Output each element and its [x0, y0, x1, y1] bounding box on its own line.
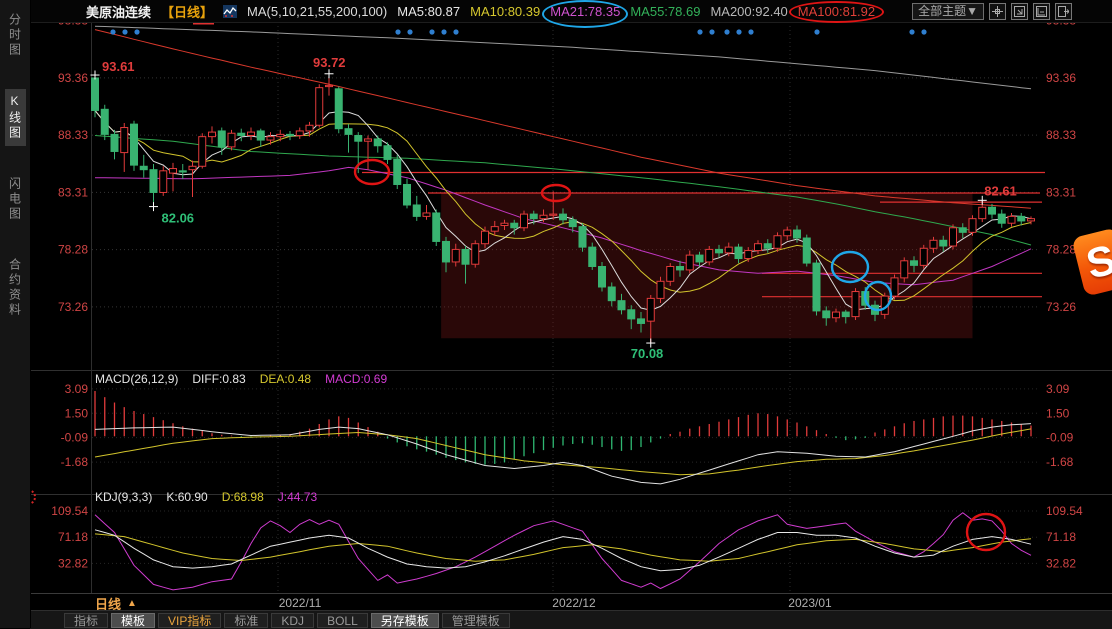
- macd-dea-value: DEA:0.48: [260, 372, 311, 386]
- ma-legend-item: MA100:81.92: [798, 4, 875, 19]
- svg-text:2023/01: 2023/01: [788, 596, 832, 610]
- svg-text:88.33: 88.33: [58, 128, 88, 142]
- footer-tab[interactable]: VIP指标: [158, 613, 221, 628]
- ma-legend-item: MA55:78.69: [630, 4, 700, 19]
- svg-text:109.54: 109.54: [51, 504, 88, 518]
- svg-text:71.18: 71.18: [1046, 530, 1076, 544]
- svg-text:82.06: 82.06: [162, 211, 195, 226]
- ma-legend-item: MA5:80.87: [397, 4, 460, 19]
- svg-text:78.28: 78.28: [1046, 243, 1076, 257]
- svg-text:71.18: 71.18: [58, 530, 88, 544]
- svg-text:83.31: 83.31: [1046, 185, 1076, 199]
- svg-text:1.50: 1.50: [1046, 406, 1070, 420]
- sidebar-item-link[interactable]: 分时图: [5, 8, 26, 63]
- svg-text:93.72: 93.72: [313, 55, 346, 70]
- svg-text:2022/12: 2022/12: [552, 596, 596, 610]
- svg-text:-0.09: -0.09: [61, 431, 89, 445]
- theme-dropdown-button[interactable]: 全部主题▼: [912, 3, 984, 20]
- pane-layout-icon[interactable]: [1033, 3, 1050, 20]
- svg-text:2022/11: 2022/11: [279, 596, 322, 610]
- footer-tab[interactable]: 管理模板: [442, 613, 510, 628]
- ma-legend-item: MA21:78.35: [550, 4, 620, 19]
- topbar-tools: 全部主题▼: [912, 3, 1072, 20]
- svg-text:78.28: 78.28: [58, 243, 88, 257]
- ma-legend-item: MA10:80.39: [470, 4, 540, 19]
- triangle-up-icon: ▲: [127, 598, 137, 609]
- svg-text:83.31: 83.31: [58, 185, 88, 199]
- svg-text:3.09: 3.09: [65, 382, 89, 396]
- kdj-k-value: K:60.90: [166, 490, 207, 504]
- svg-text:-1.68: -1.68: [61, 455, 89, 469]
- svg-text:1.50: 1.50: [65, 406, 89, 420]
- macd-value: MACD:0.69: [325, 372, 387, 386]
- macd-diff-value: DIFF:0.83: [192, 372, 245, 386]
- footer-tab[interactable]: 标准: [224, 613, 268, 628]
- crosshair-icon[interactable]: [989, 3, 1006, 20]
- svg-text:-1.68: -1.68: [1046, 455, 1074, 469]
- footer-tab[interactable]: 另存模板: [371, 613, 439, 628]
- sidebar-item-link[interactable]: 闪电图: [5, 172, 26, 227]
- kdj-j-value: J:44.73: [278, 490, 317, 504]
- svg-text:3.09: 3.09: [1046, 382, 1070, 396]
- footer-tab[interactable]: BOLL: [317, 613, 368, 628]
- zoom-in-panel-icon[interactable]: [1011, 3, 1028, 20]
- kdj-d-value: D:68.98: [222, 490, 264, 504]
- svg-text:93.36: 93.36: [58, 71, 88, 85]
- footer-tabbar: 指标模板VIP指标标准KDJBOLL另存模板管理模板: [30, 610, 1112, 629]
- topbar: 美原油连续 【日线】 MA(5,10,21,55,200,100) MA5:80…: [30, 0, 1112, 23]
- svg-text:93.36: 93.36: [1046, 71, 1076, 85]
- macd-params-label: MACD(26,12,9): [95, 372, 178, 386]
- svg-text:73.26: 73.26: [58, 300, 88, 314]
- ma-params-label: MA(5,10,21,55,200,100): [247, 4, 387, 19]
- sidebar: 分时图 K线图闪电图合约资料: [0, 0, 31, 628]
- svg-text:82.61: 82.61: [984, 183, 1017, 198]
- footer-tab[interactable]: 指标: [64, 613, 108, 628]
- svg-text:32.82: 32.82: [1046, 556, 1076, 570]
- footer-tab[interactable]: KDJ: [271, 613, 314, 628]
- kdj-header: KDJ(9,3,3) K:60.90 D:68.98 J:44.73: [95, 490, 317, 504]
- svg-text:93.61: 93.61: [102, 59, 135, 74]
- footer-tab[interactable]: 模板: [111, 613, 155, 628]
- chart-canvas[interactable]: 98.3898.3893.3693.3688.3388.3383.3183.31…: [0, 0, 1112, 628]
- svg-text:70.08: 70.08: [631, 346, 664, 361]
- symbol-name: 美原油连续: [86, 2, 151, 21]
- macd-header: MACD(26,12,9) DIFF:0.83 DEA:0.48 MACD:0.…: [95, 372, 387, 386]
- sidebar-item-active[interactable]: K线图: [5, 89, 26, 146]
- ma-legend: MA5:80.87 MA10:80.39 MA21:78.35 MA55:78.69 M…: [397, 4, 875, 19]
- period-tag[interactable]: 【日线】: [161, 2, 213, 21]
- chart-icon: [223, 5, 237, 18]
- svg-text:88.33: 88.33: [1046, 128, 1076, 142]
- expand-right-icon[interactable]: [1055, 3, 1072, 20]
- svg-text:73.26: 73.26: [1046, 300, 1076, 314]
- sidebar-item-link[interactable]: 合约资料: [5, 253, 26, 323]
- kdj-params-label: KDJ(9,3,3): [95, 490, 152, 504]
- svg-text:-0.09: -0.09: [1046, 431, 1074, 445]
- ma-legend-item: MA200:92.40: [710, 4, 787, 19]
- svg-text:109.54: 109.54: [1046, 504, 1083, 518]
- svg-text:32.82: 32.82: [58, 556, 88, 570]
